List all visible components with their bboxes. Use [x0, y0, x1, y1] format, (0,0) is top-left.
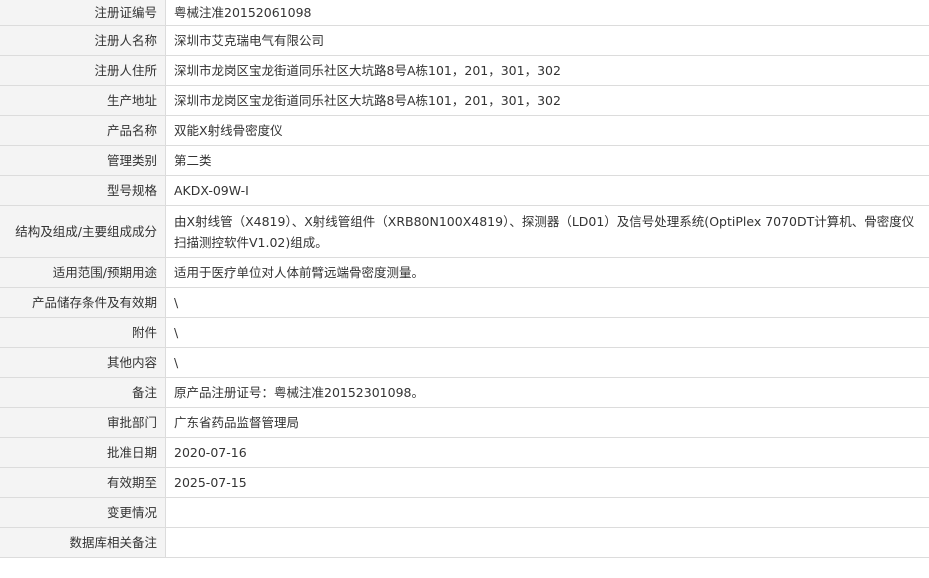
- table-row: 管理类别 第二类: [0, 145, 929, 176]
- field-value: 深圳市艾克瑞电气有限公司: [165, 25, 929, 56]
- table-row: 生产地址 深圳市龙岗区宝龙街道同乐社区大坑路8号A栋101，201，301，30…: [0, 85, 929, 116]
- field-label: 其他内容: [0, 347, 166, 378]
- field-label: 变更情况: [0, 497, 166, 528]
- table-row: 有效期至 2025-07-15: [0, 467, 929, 498]
- field-value: [165, 527, 929, 558]
- field-value: 原产品注册证号：粤械注准20152301098。: [165, 377, 929, 408]
- table-row: 产品名称 双能X射线骨密度仪: [0, 115, 929, 146]
- table-row: 批准日期 2020-07-16: [0, 437, 929, 468]
- table-row: 变更情况: [0, 497, 929, 528]
- field-value: 2020-07-16: [165, 437, 929, 468]
- table-row: 审批部门 广东省药品监督管理局: [0, 407, 929, 438]
- table-row: 产品储存条件及有效期 \: [0, 287, 929, 318]
- field-value: \: [165, 317, 929, 348]
- field-label: 产品储存条件及有效期: [0, 287, 166, 318]
- field-value: 深圳市龙岗区宝龙街道同乐社区大坑路8号A栋101，201，301，302: [165, 85, 929, 116]
- table-row: 注册证编号 粤械注准20152061098: [0, 0, 929, 26]
- field-value: 深圳市龙岗区宝龙街道同乐社区大坑路8号A栋101，201，301，302: [165, 55, 929, 86]
- field-value: 适用于医疗单位对人体前臂远端骨密度测量。: [165, 257, 929, 288]
- field-value: 双能X射线骨密度仪: [165, 115, 929, 146]
- table-row: 注册人名称 深圳市艾克瑞电气有限公司: [0, 25, 929, 56]
- field-label: 有效期至: [0, 467, 166, 498]
- field-label: 备注: [0, 377, 166, 408]
- table-row: 备注 原产品注册证号：粤械注准20152301098。: [0, 377, 929, 408]
- field-label: 批准日期: [0, 437, 166, 468]
- field-value: \: [165, 347, 929, 378]
- field-label: 注册人住所: [0, 55, 166, 86]
- field-label: 管理类别: [0, 145, 166, 176]
- field-label: 注册证编号: [0, 0, 166, 26]
- table-row: 结构及组成/主要组成成分 由X射线管（X4819）、X射线管组件（XRB80N1…: [0, 205, 929, 258]
- registration-detail-table: 注册证编号 粤械注准20152061098 注册人名称 深圳市艾克瑞电气有限公司…: [0, 0, 929, 558]
- field-value: AKDX-09W-I: [165, 175, 929, 206]
- field-value: 粤械注准20152061098: [165, 0, 929, 26]
- field-label: 结构及组成/主要组成成分: [0, 205, 166, 258]
- field-label: 审批部门: [0, 407, 166, 438]
- field-label: 产品名称: [0, 115, 166, 146]
- table-row: 附件 \: [0, 317, 929, 348]
- field-value: [165, 497, 929, 528]
- field-label: 适用范围/预期用途: [0, 257, 166, 288]
- table-row: 注册人住所 深圳市龙岗区宝龙街道同乐社区大坑路8号A栋101，201，301，3…: [0, 55, 929, 86]
- field-label: 型号规格: [0, 175, 166, 206]
- field-value: 由X射线管（X4819）、X射线管组件（XRB80N100X4819）、探测器（…: [165, 205, 929, 258]
- field-value: 2025-07-15: [165, 467, 929, 498]
- field-label: 数据库相关备注: [0, 527, 166, 558]
- field-value: 第二类: [165, 145, 929, 176]
- table-row: 型号规格 AKDX-09W-I: [0, 175, 929, 206]
- field-value: \: [165, 287, 929, 318]
- table-row: 数据库相关备注: [0, 527, 929, 558]
- field-label: 生产地址: [0, 85, 166, 116]
- table-row: 适用范围/预期用途 适用于医疗单位对人体前臂远端骨密度测量。: [0, 257, 929, 288]
- field-value: 广东省药品监督管理局: [165, 407, 929, 438]
- table-row: 其他内容 \: [0, 347, 929, 378]
- field-label: 注册人名称: [0, 25, 166, 56]
- field-label: 附件: [0, 317, 166, 348]
